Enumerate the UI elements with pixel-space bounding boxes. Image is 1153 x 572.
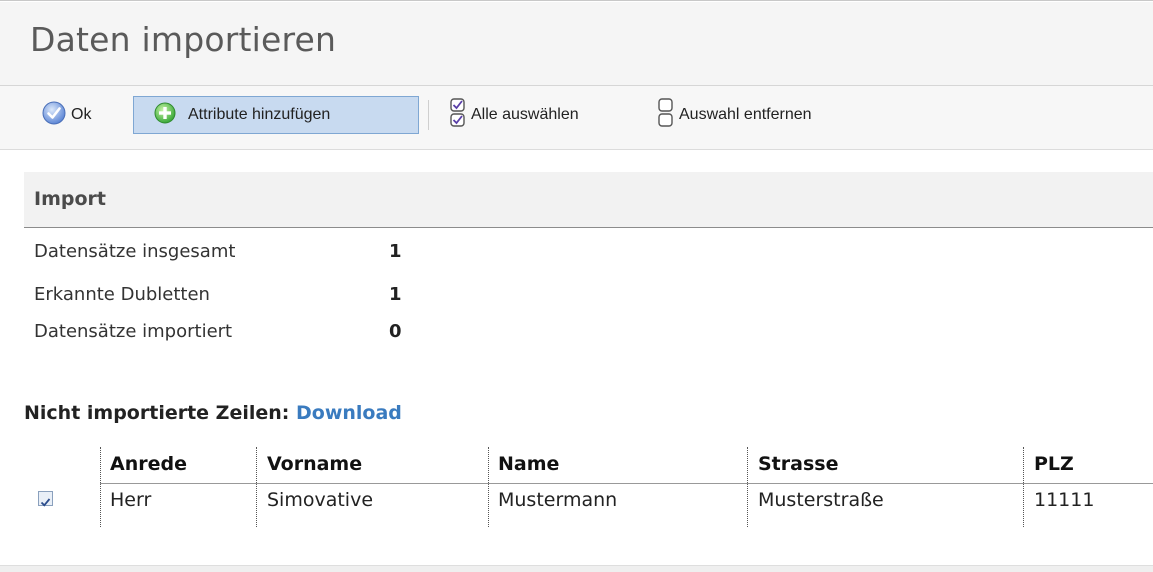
page-title: Daten importieren — [30, 20, 337, 59]
select-all-button[interactable]: Alle auswählen — [448, 96, 638, 134]
import-heading: Import — [34, 188, 106, 210]
column-divider — [1023, 447, 1024, 527]
column-divider — [747, 447, 748, 527]
header-divider — [100, 483, 1153, 484]
column-header-plz[interactable]: PLZ — [1034, 447, 1074, 483]
download-link[interactable]: Download — [296, 402, 402, 424]
deselect-checkbox-icon — [656, 97, 676, 134]
select-all-label: Alle auswählen — [471, 106, 579, 123]
add-attributes-button[interactable]: Attribute hinzufügen — [133, 96, 419, 134]
column-header-name[interactable]: Name — [498, 447, 559, 483]
stat-total-label: Datensätze insgesamt — [34, 241, 236, 262]
cell-anrede: Herr — [110, 489, 152, 511]
column-divider — [488, 447, 489, 527]
column-header-vorname[interactable]: Vorname — [267, 447, 362, 483]
add-plus-icon — [154, 102, 176, 129]
import-section-header: Import — [24, 172, 1153, 228]
stat-duplicates-value: 1 — [389, 284, 402, 305]
stat-imported-label: Datensätze importiert — [34, 321, 233, 342]
cell-strasse: Musterstraße — [758, 489, 884, 511]
stat-total: Datensätze insgesamt 1 — [34, 241, 402, 262]
stat-imported: Datensätze importiert 0 — [34, 321, 402, 342]
ok-button-label: Ok — [71, 106, 92, 123]
cell-vorname: Simovative — [267, 489, 374, 511]
select-all-checkbox-icon — [448, 97, 468, 134]
title-bar: Daten importieren — [0, 2, 1153, 86]
stat-imported-value: 0 — [389, 321, 402, 342]
deselect-label: Auswahl entfernen — [679, 106, 812, 123]
deselect-button[interactable]: Auswahl entfernen — [656, 96, 886, 134]
column-header-anrede[interactable]: Anrede — [110, 447, 187, 483]
ok-button[interactable]: Ok — [42, 96, 127, 134]
cell-name: Mustermann — [498, 489, 618, 511]
stat-duplicates: Erkannte Dubletten 1 — [34, 284, 402, 305]
column-header-strasse[interactable]: Strasse — [758, 447, 838, 483]
not-imported-rows-label: Nicht importierte Zeilen: Download — [24, 402, 402, 424]
cell-plz: 11111 — [1034, 489, 1095, 511]
ok-check-icon — [42, 101, 66, 130]
stat-duplicates-label: Erkannte Dubletten — [34, 284, 210, 305]
add-attributes-label: Attribute hinzufügen — [188, 106, 331, 123]
stat-total-value: 1 — [389, 241, 402, 262]
row-checkbox[interactable] — [38, 491, 53, 507]
toolbar: Ok Attribute hinzufügen Alle auswählen A… — [0, 86, 1153, 150]
column-divider — [100, 447, 101, 527]
toolbar-separator — [428, 100, 429, 130]
import-window: Daten importieren Ok Attribute hinzufüge… — [0, 0, 1153, 572]
checkbox-check-icon — [40, 498, 51, 507]
not-imported-text: Nicht importierte Zeilen: — [24, 402, 290, 424]
column-divider — [256, 447, 257, 527]
